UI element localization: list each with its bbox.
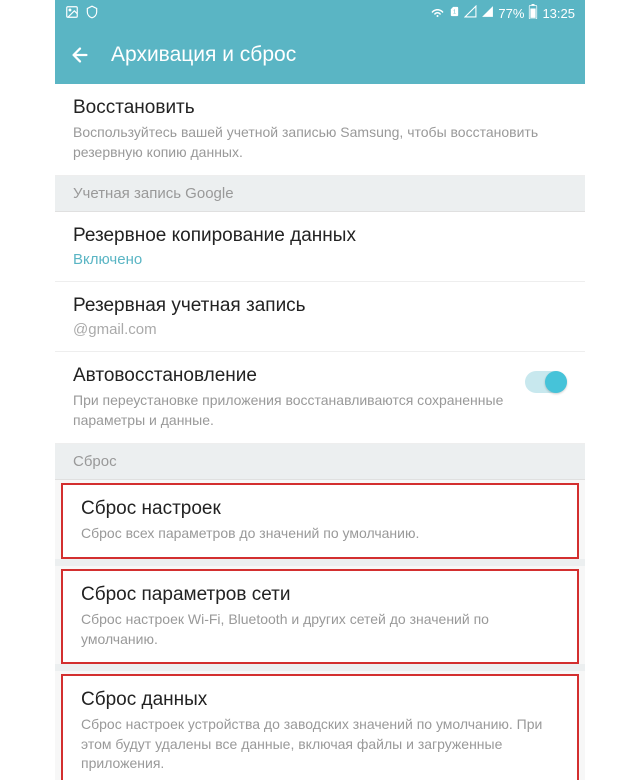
- battery-icon: [528, 4, 538, 22]
- sim-icon: 1: [449, 5, 460, 21]
- reset-data-title: Сброс данных: [81, 689, 559, 711]
- restore-item[interactable]: Восстановить Воспользуйтесь вашей учетно…: [55, 84, 585, 176]
- clock-time: 13:25: [542, 6, 575, 21]
- reset-group-header: Сброс: [55, 444, 585, 480]
- image-icon: [65, 5, 79, 22]
- reset-settings-desc: Сброс всех параметров до значений по умо…: [81, 524, 559, 544]
- backup-account-item[interactable]: Резервная учетная запись @gmail.com: [55, 282, 585, 352]
- shield-icon: [85, 5, 99, 22]
- divider: [55, 559, 585, 566]
- battery-percent: 77%: [498, 6, 524, 21]
- wifi-icon: [430, 6, 445, 21]
- reset-settings-title: Сброс настроек: [81, 498, 559, 520]
- app-bar: Архивация и сброс: [55, 26, 585, 84]
- signal-icon-2: [481, 5, 494, 21]
- auto-restore-item[interactable]: Автовосстановление При переустановке при…: [55, 352, 585, 444]
- svg-text:1: 1: [453, 9, 456, 15]
- reset-data-item[interactable]: Сброс данных Сброс настроек устройства д…: [61, 674, 579, 780]
- reset-data-desc: Сброс настроек устройства до заводских з…: [81, 715, 559, 774]
- reset-network-title: Сброс параметров сети: [81, 584, 559, 606]
- reset-settings-item[interactable]: Сброс настроек Сброс всех параметров до …: [61, 483, 579, 559]
- reset-network-item[interactable]: Сброс параметров сети Сброс настроек Wi-…: [61, 569, 579, 664]
- back-arrow-icon[interactable]: [69, 44, 91, 66]
- status-bar: 1 77% 13:25: [55, 0, 585, 26]
- toggle-knob: [545, 371, 567, 393]
- backup-data-item[interactable]: Резервное копирование данных Включено: [55, 212, 585, 282]
- backup-data-title: Резервное копирование данных: [73, 225, 567, 247]
- auto-restore-desc: При переустановке приложения восстанавли…: [73, 391, 515, 430]
- auto-restore-toggle[interactable]: [525, 371, 567, 393]
- google-account-group-header: Учетная запись Google: [55, 176, 585, 212]
- backup-account-value: @gmail.com: [73, 321, 567, 338]
- reset-network-desc: Сброс настроек Wi-Fi, Bluetooth и других…: [81, 610, 559, 649]
- page-title: Архивация и сброс: [111, 43, 296, 67]
- backup-account-title: Резервная учетная запись: [73, 295, 567, 317]
- backup-data-value: Включено: [73, 251, 567, 268]
- auto-restore-title: Автовосстановление: [73, 365, 515, 387]
- signal-icon-1: [464, 5, 477, 21]
- divider: [55, 664, 585, 671]
- restore-title: Восстановить: [73, 97, 567, 119]
- restore-desc: Воспользуйтесь вашей учетной записью Sam…: [73, 123, 567, 162]
